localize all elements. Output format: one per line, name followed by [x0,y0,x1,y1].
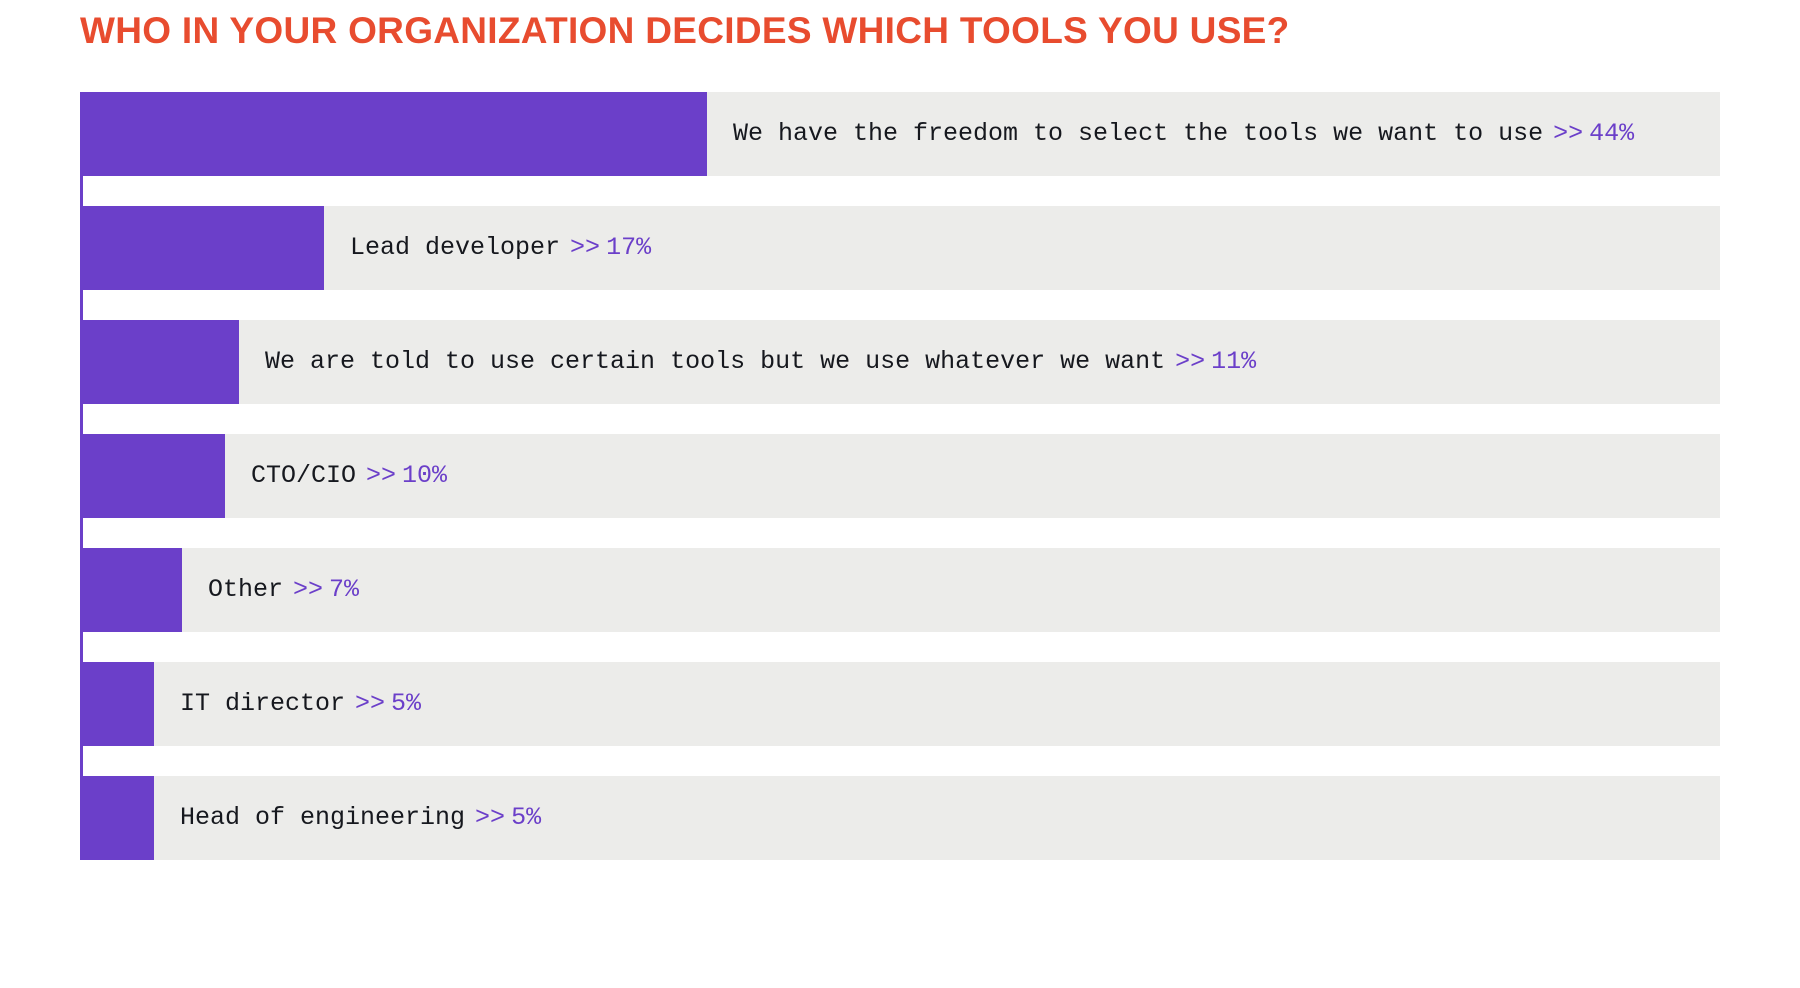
bar-row: Head of engineering >> 5% [83,776,1720,860]
bar-label-value: 7% [329,573,359,607]
bar-row: We have the freedom to select the tools … [83,92,1720,176]
bar-label: We have the freedom to select the tools … [707,92,1720,176]
bar-label: IT director >> 5% [154,662,1720,746]
bar-label-separator: >> [293,573,323,607]
bar-label: CTO/CIO >> 10% [225,434,1720,518]
bar-row: CTO/CIO >> 10% [83,434,1720,518]
chart-title: WHO IN YOUR ORGANIZATION DECIDES WHICH T… [80,10,1720,52]
bar-label-separator: >> [570,231,600,265]
bar-label-value: 11% [1211,345,1256,379]
bar-label-separator: >> [1175,345,1205,379]
bar-label-separator: >> [366,459,396,493]
bar-label-text: IT director [180,687,345,721]
bar-label: Head of engineering >> 5% [154,776,1720,860]
bar-label-separator: >> [475,801,505,835]
bar-label-text: Other [208,573,283,607]
bar-chart: We have the freedom to select the tools … [80,92,1720,860]
bar-fill [83,206,324,290]
bar-label-text: We have the freedom to select the tools … [733,117,1543,151]
bar-fill [83,92,707,176]
bar-label-value: 17% [606,231,651,265]
bar-label-value: 5% [391,687,421,721]
bar-fill [83,320,239,404]
bar-label-separator: >> [1553,117,1583,151]
bar-label-text: CTO/CIO [251,459,356,493]
bar-label: Other >> 7% [182,548,1720,632]
bar-row: We are told to use certain tools but we … [83,320,1720,404]
bar-label-text: We are told to use certain tools but we … [265,345,1165,379]
bar-label-value: 5% [511,801,541,835]
chart-frame: WHO IN YOUR ORGANIZATION DECIDES WHICH T… [0,0,1800,890]
bar-label-value: 44% [1589,117,1634,151]
bar-row: Lead developer >> 17% [83,206,1720,290]
bar-fill [83,548,182,632]
bar-label-text: Lead developer [350,231,560,265]
bar-fill [83,662,154,746]
bar-label-text: Head of engineering [180,801,465,835]
bar-label: Lead developer >> 17% [324,206,1720,290]
bar-row: IT director >> 5% [83,662,1720,746]
bar-label-separator: >> [355,687,385,721]
bar-fill [83,776,154,860]
bar-label: We are told to use certain tools but we … [239,320,1720,404]
bar-fill [83,434,225,518]
bar-label-value: 10% [402,459,447,493]
bar-row: Other >> 7% [83,548,1720,632]
